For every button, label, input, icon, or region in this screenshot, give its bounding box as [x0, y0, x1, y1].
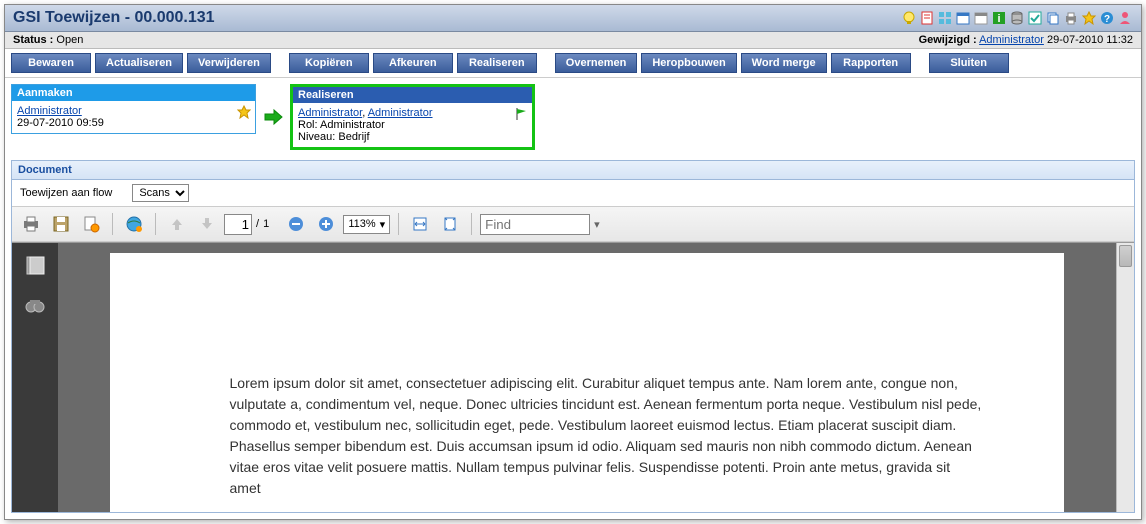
document-section: Document Toewijzen aan flow Scans / 1 11…	[11, 160, 1135, 513]
separator	[471, 213, 472, 235]
rapporten-button[interactable]: Rapporten	[831, 53, 911, 73]
modified-user-link[interactable]: Administrator	[979, 34, 1044, 46]
afkeuren-button[interactable]: Afkeuren	[373, 53, 453, 73]
pdf-toolbar: / 1 113% ▾ ▾	[12, 206, 1134, 242]
realiseren-user2-link[interactable]: Administrator	[368, 107, 433, 119]
fit-width-icon[interactable]	[407, 211, 433, 237]
niveau-label: Niveau:	[298, 131, 335, 143]
sluiten-button[interactable]: Sluiten	[929, 53, 1009, 73]
help-icon[interactable]: ?	[1099, 10, 1115, 26]
heropbouwen-button[interactable]: Heropbouwen	[641, 53, 736, 73]
zoom-value: 113%	[348, 218, 375, 230]
status-label: Status :	[13, 34, 53, 46]
wordmerge-button[interactable]: Word merge	[741, 53, 827, 73]
notes-icon[interactable]	[919, 10, 935, 26]
titlebar-icon-row: i ?	[901, 10, 1133, 26]
realiseren-body: Administrator, Administrator Rol: Admini…	[293, 103, 532, 147]
filter-label: Toewijzen aan flow	[20, 187, 112, 199]
page-total: 1	[263, 218, 269, 230]
bewaren-button[interactable]: Bewaren	[11, 53, 91, 73]
arrow-up-icon[interactable]	[164, 211, 190, 237]
check-icon[interactable]	[1027, 10, 1043, 26]
filter-select[interactable]: Scans	[132, 184, 189, 202]
rol-value: Administrator	[320, 119, 385, 131]
action-button-row: Bewaren Actualiseren Verwijderen Kopiëre…	[5, 49, 1141, 78]
aanmaken-body: Administrator 29-07-2010 09:59	[12, 101, 255, 133]
page-setup-icon[interactable]	[78, 211, 104, 237]
zoom-out-icon[interactable]	[283, 211, 309, 237]
app-window: GSI Toewijzen - 00.000.131 i ? Status : …	[4, 4, 1142, 520]
pdf-page-area[interactable]: Lorem ipsum dolor sit amet, consectetuer…	[58, 243, 1116, 512]
document-body-text: Lorem ipsum dolor sit amet, consectetuer…	[230, 373, 985, 499]
print-icon[interactable]	[1063, 10, 1079, 26]
realiseren-user1-link[interactable]: Administrator	[298, 107, 362, 119]
save-icon[interactable]	[48, 211, 74, 237]
document-section-header: Document	[12, 161, 1134, 180]
chevron-down-icon: ▾	[380, 218, 386, 231]
copy-icon[interactable]	[1045, 10, 1061, 26]
vertical-scrollbar[interactable]	[1116, 243, 1134, 512]
spacer	[541, 53, 551, 73]
workflow-card-aanmaken: Aanmaken Administrator 29-07-2010 09:59	[11, 84, 256, 134]
page-current-input[interactable]	[224, 214, 252, 235]
fit-page-icon[interactable]	[437, 211, 463, 237]
overnemen-button[interactable]: Overnemen	[555, 53, 638, 73]
thumbnails-icon[interactable]	[24, 255, 46, 277]
print-icon[interactable]	[18, 211, 44, 237]
user-icon[interactable]	[1117, 10, 1133, 26]
status-value: Open	[56, 34, 83, 46]
aanmaken-datetime: 29-07-2010 09:59	[17, 117, 104, 129]
star-flag-icon	[237, 105, 251, 119]
modified-datetime: 29-07-2010 11:32	[1047, 34, 1133, 46]
separator	[112, 213, 113, 235]
database-icon[interactable]	[1009, 10, 1025, 26]
star-icon[interactable]	[1081, 10, 1097, 26]
page-separator: /	[256, 218, 259, 230]
aanmaken-header: Aanmaken	[12, 85, 255, 101]
page-title: GSI Toewijzen - 00.000.131	[13, 9, 215, 27]
globe-icon[interactable]	[121, 211, 147, 237]
zoom-level-select[interactable]: 113% ▾	[343, 215, 390, 234]
modified-label: Gewijzigd :	[919, 34, 977, 46]
binoculars-icon[interactable]	[24, 295, 46, 317]
actualiseren-button[interactable]: Actualiseren	[95, 53, 183, 73]
pdf-sidebar	[12, 243, 58, 512]
workflow-card-realiseren: Realiseren Administrator, Administrator …	[290, 84, 535, 150]
spacer	[915, 53, 925, 73]
arrow-down-icon[interactable]	[194, 211, 220, 237]
calendar-icon[interactable]	[955, 10, 971, 26]
green-flag-icon	[514, 107, 528, 121]
document-filter-row: Toewijzen aan flow Scans	[12, 180, 1134, 206]
kopieren-button[interactable]: Kopiëren	[289, 53, 369, 73]
grid-icon[interactable]	[937, 10, 953, 26]
realiseren-header: Realiseren	[293, 87, 532, 103]
aanmaken-user-link[interactable]: Administrator	[17, 105, 82, 117]
separator	[155, 213, 156, 235]
svg-text:?: ?	[1104, 14, 1110, 25]
pdf-page: Lorem ipsum dolor sit amet, consectetuer…	[110, 253, 1065, 512]
verwijderen-button[interactable]: Verwijderen	[187, 53, 271, 73]
arrow-right-icon	[262, 106, 284, 128]
niveau-value: Bedrijf	[338, 131, 369, 143]
separator	[398, 213, 399, 235]
scrollbar-thumb[interactable]	[1119, 245, 1132, 267]
pdf-viewer-body: Lorem ipsum dolor sit amet, consectetuer…	[12, 242, 1134, 512]
zoom-in-icon[interactable]	[313, 211, 339, 237]
spacer	[275, 53, 285, 73]
chevron-down-icon[interactable]: ▾	[594, 218, 600, 231]
rol-label: Rol:	[298, 119, 318, 131]
workflow-area: Aanmaken Administrator 29-07-2010 09:59 …	[5, 78, 1141, 156]
calendar2-icon[interactable]	[973, 10, 989, 26]
title-bar: GSI Toewijzen - 00.000.131 i ?	[5, 5, 1141, 32]
lightbulb-icon[interactable]	[901, 10, 917, 26]
realiseren-button[interactable]: Realiseren	[457, 53, 537, 73]
info-icon[interactable]: i	[991, 10, 1007, 26]
svg-text:i: i	[997, 13, 1000, 25]
modified-cell: Gewijzigd : Administrator 29-07-2010 11:…	[919, 34, 1133, 46]
status-cell: Status : Open	[13, 34, 83, 46]
status-row: Status : Open Gewijzigd : Administrator …	[5, 32, 1141, 49]
find-input[interactable]	[480, 214, 590, 235]
